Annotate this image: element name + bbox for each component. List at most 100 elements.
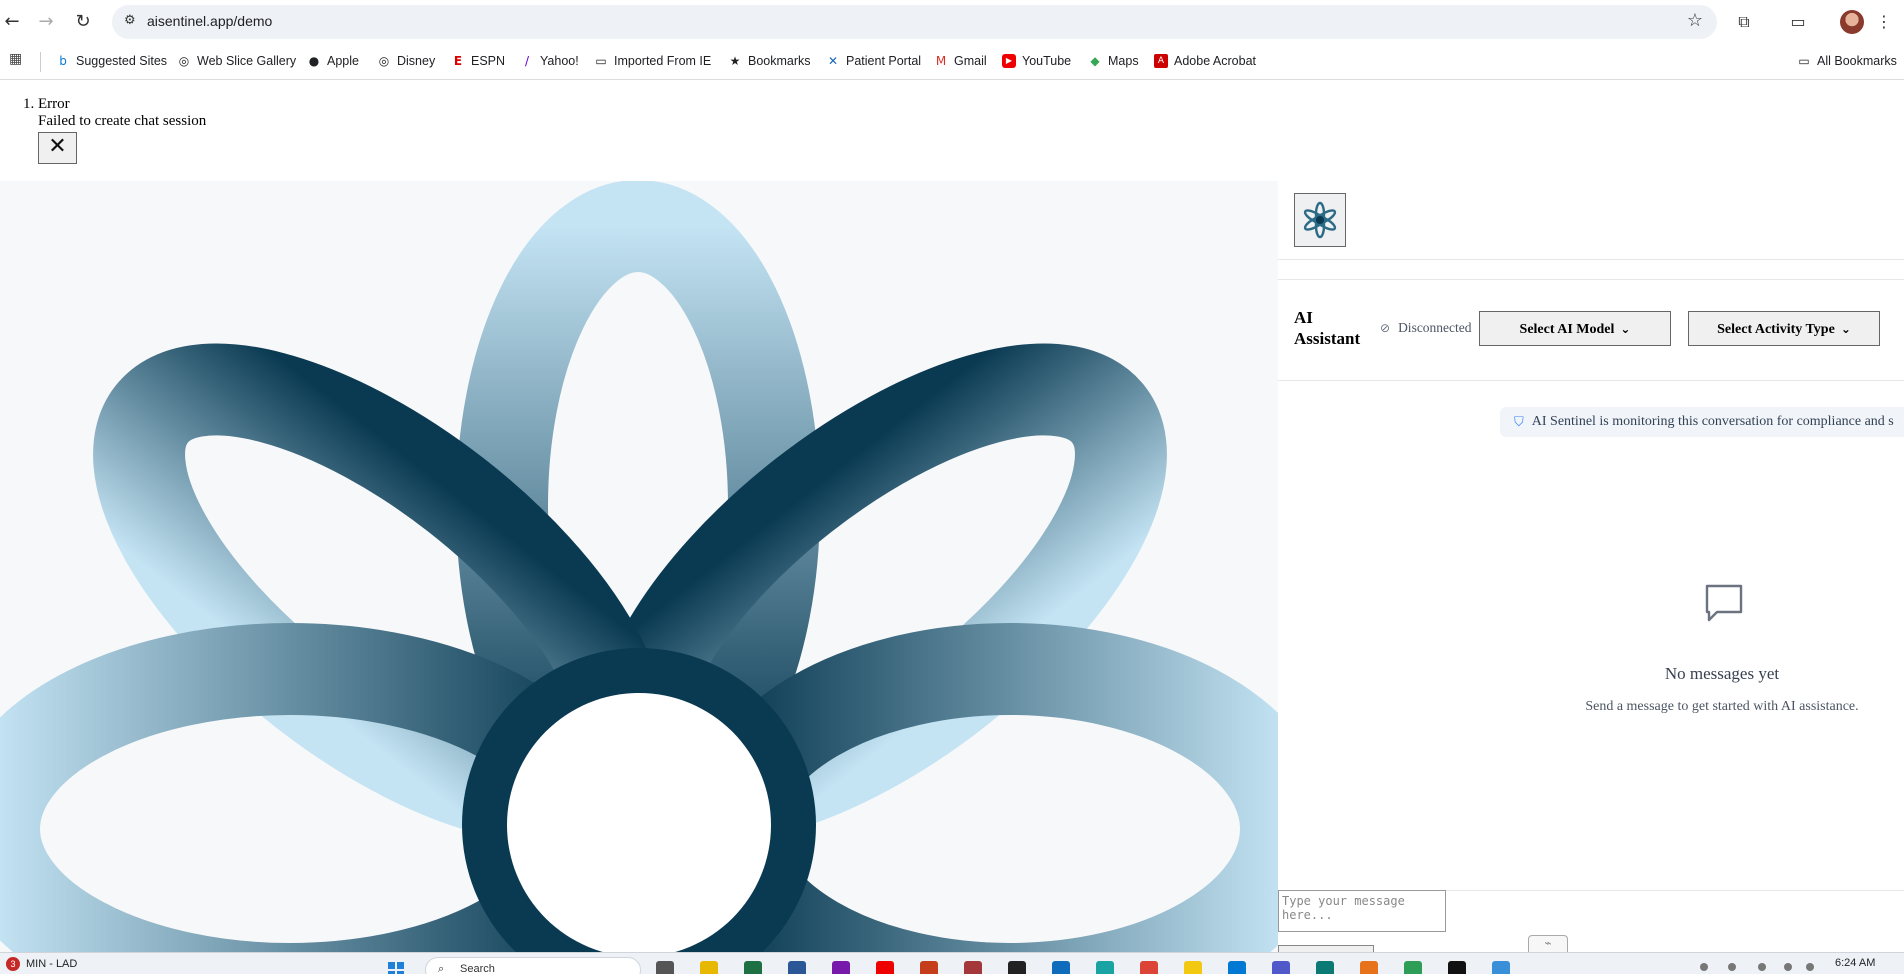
youtube-app-icon[interactable] <box>876 961 894 974</box>
profile-avatar[interactable] <box>1840 10 1864 34</box>
select-activity-type-dropdown[interactable]: Select Activity Type ⌄ <box>1688 311 1880 346</box>
wifi-icon[interactable] <box>1784 963 1792 971</box>
app-icon[interactable] <box>1360 961 1378 974</box>
chrome-icon[interactable] <box>1140 961 1158 974</box>
bookmark-label: Web Slice Gallery <box>197 54 297 68</box>
volume-icon[interactable] <box>1806 963 1814 971</box>
excel-icon[interactable] <box>744 961 762 974</box>
app-icon[interactable] <box>1316 961 1334 974</box>
search-placeholder: Search <box>460 963 495 974</box>
app-icon[interactable] <box>1492 961 1510 974</box>
monitoring-notice: ⛉ AI Sentinel is monitoring this convers… <box>1500 407 1904 437</box>
message-input[interactable] <box>1278 890 1446 932</box>
bookmark-imported-from-ie[interactable]: ▭ Imported From IE <box>594 54 711 68</box>
bookmark-adobe-acrobat[interactable]: A Adobe Acrobat <box>1154 54 1256 68</box>
all-bookmarks-label: All Bookmarks <box>1817 54 1897 68</box>
teams-icon[interactable] <box>1272 961 1290 974</box>
file-explorer-icon[interactable] <box>700 961 718 974</box>
bookmark-yahoo[interactable]: / Yahoo! <box>520 54 579 68</box>
back-icon[interactable]: ← <box>0 10 24 34</box>
bookmark-label: Suggested Sites <box>76 54 168 68</box>
folder-icon: ▭ <box>595 54 607 68</box>
forward-icon[interactable]: → <box>34 10 58 34</box>
bookmark-youtube[interactable]: ▶ YouTube <box>1002 54 1071 68</box>
tray-icon[interactable] <box>1728 963 1736 971</box>
bookmarks-bar: ▦ b Suggested Sites ◎ Web Slice Gallery … <box>0 44 1904 80</box>
apps-grid-icon[interactable]: ▦ <box>9 52 23 66</box>
tray-icon[interactable] <box>1700 963 1708 971</box>
reload-icon[interactable]: ↻ <box>71 10 95 34</box>
x-icon: ✕ <box>827 54 839 68</box>
edge-icon[interactable] <box>1096 961 1114 974</box>
header-divider <box>1278 259 1904 260</box>
bookmark-suggested-sites[interactable]: b Suggested Sites <box>56 54 167 68</box>
bookmark-bookmarks[interactable]: ★ Bookmarks <box>728 54 811 68</box>
bookmark-label: ESPN <box>471 54 506 68</box>
browser-toolbar: ← → ↻ ⚙ aisentinel.app/demo ☆ ⧉ ▭ ⋮ <box>0 0 1904 44</box>
menu-icon[interactable]: ⋮ <box>1872 10 1896 34</box>
screen-share-icon[interactable]: ▭ <box>1786 10 1810 34</box>
app-icon[interactable] <box>1008 961 1026 974</box>
bookmark-patient-portal[interactable]: ✕ Patient Portal <box>826 54 921 68</box>
app-icon[interactable] <box>1184 961 1202 974</box>
bookmark-web-slice-gallery[interactable]: ◎ Web Slice Gallery <box>177 54 296 68</box>
folder-icon: ▭ <box>1798 54 1810 68</box>
header-divider <box>1278 279 1904 280</box>
globe-icon: ◎ <box>178 54 190 68</box>
bookmark-label: Adobe Acrobat <box>1174 54 1257 68</box>
connection-status: ⊘ Disconnected <box>1380 320 1472 336</box>
apple-icon: ● <box>308 54 320 68</box>
weather-widget[interactable]: 3 MIN - LAD <box>6 957 77 971</box>
bookmark-star-icon[interactable]: ☆ <box>1687 10 1703 31</box>
globe-icon: ◎ <box>378 54 390 68</box>
powerpoint-icon[interactable] <box>920 961 938 974</box>
bookmark-gmail[interactable]: M Gmail <box>934 54 987 68</box>
close-icon[interactable]: ✕ <box>38 132 77 164</box>
bookmark-apple[interactable]: ● Apple <box>307 54 359 68</box>
status-text: Disconnected <box>1398 320 1472 335</box>
chat-bubble-icon <box>1705 584 1743 622</box>
taskbar-search[interactable]: ⌕ Search <box>425 957 641 974</box>
bookmark-label: Bookmarks <box>748 54 811 68</box>
all-bookmarks[interactable]: ▭ All Bookmarks <box>1797 54 1897 68</box>
access-icon[interactable] <box>964 961 982 974</box>
bookmark-label: Gmail <box>954 54 987 68</box>
pinwheel-icon <box>1303 201 1337 239</box>
tray-icon[interactable] <box>1758 963 1766 971</box>
outlook-icon[interactable] <box>1228 961 1246 974</box>
task-view-icon[interactable] <box>656 961 674 974</box>
url-text[interactable]: aisentinel.app/demo <box>147 13 272 29</box>
windows-start-icon[interactable] <box>387 961 405 974</box>
word-icon[interactable] <box>788 961 806 974</box>
bookmark-label: Disney <box>397 54 436 68</box>
app-icon[interactable] <box>1404 961 1422 974</box>
bookmark-disney[interactable]: ◎ Disney <box>377 54 435 68</box>
yahoo-icon: / <box>524 54 530 68</box>
empty-state-subtitle: Send a message to get started with AI as… <box>1585 699 1859 714</box>
clock-time[interactable]: 6:24 AM <box>1835 957 1875 969</box>
address-bar[interactable]: ⚙ aisentinel.app/demo ☆ <box>112 5 1717 39</box>
wifi-off-icon: ⊘ <box>1380 321 1391 335</box>
star-icon: ★ <box>729 54 741 68</box>
select-ai-model-dropdown[interactable]: Select AI Model ⌄ <box>1479 311 1671 346</box>
chat-title: AI Assistant <box>1294 308 1361 348</box>
bookmark-maps[interactable]: ◆ Maps <box>1088 54 1138 68</box>
onenote-icon[interactable] <box>832 961 850 974</box>
site-info-icon[interactable]: ⚙ <box>124 13 136 28</box>
toolbar-divider <box>1278 380 1904 381</box>
error-list: Error Failed to create chat session <box>22 96 206 130</box>
logo-panel <box>0 181 1278 952</box>
shield-icon: ⛉ <box>1514 414 1524 430</box>
bing-icon: b <box>59 54 67 68</box>
bookmark-label: Yahoo! <box>540 54 579 68</box>
app-icon[interactable] <box>1052 961 1070 974</box>
bookmark-label: Apple <box>327 54 359 68</box>
extensions-icon[interactable]: ⧉ <box>1732 10 1756 34</box>
app-icon[interactable] <box>1448 961 1466 974</box>
sentinel-logo-button[interactable] <box>1294 193 1346 247</box>
bookmark-espn[interactable]: E ESPN <box>451 54 505 68</box>
youtube-icon: ▶ <box>1002 54 1016 68</box>
select-label: Select Activity Type <box>1717 322 1835 337</box>
weather-text: MIN - LAD <box>26 958 78 970</box>
empty-state-title: No messages yet <box>1664 664 1780 683</box>
